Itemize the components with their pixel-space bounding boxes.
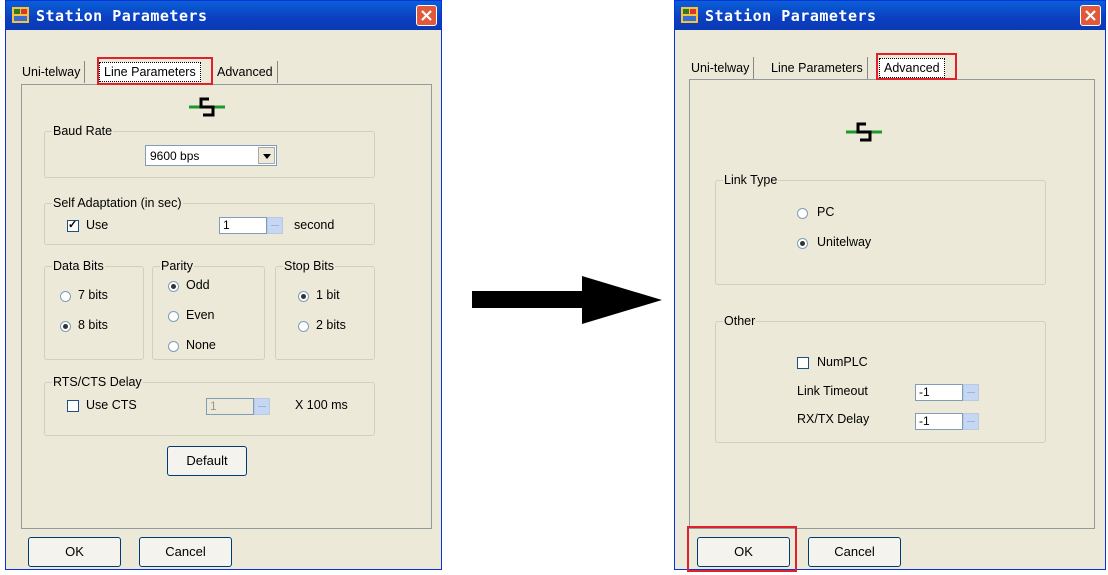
ok-button[interactable]: OK — [697, 537, 790, 567]
window-title: Station Parameters — [705, 7, 877, 25]
window-title: Station Parameters — [36, 7, 208, 25]
app-icon — [681, 7, 698, 23]
baud-rate-select[interactable]: 9600 bps — [145, 145, 277, 166]
radio-pc[interactable] — [797, 208, 808, 219]
radio-8-bits-label: 8 bits — [78, 318, 108, 332]
radio-odd[interactable] — [168, 281, 179, 292]
cancel-button[interactable]: Cancel — [808, 537, 901, 567]
close-button[interactable] — [416, 5, 437, 26]
tab-panel — [689, 79, 1095, 529]
radio-1-bit[interactable] — [298, 291, 309, 302]
rxtx-delay-spinner[interactable] — [963, 413, 979, 430]
title-bar[interactable]: Station Parameters — [6, 1, 441, 30]
baud-rate-value: 9600 bps — [150, 149, 200, 163]
use-checkbox[interactable] — [67, 218, 79, 232]
chevron-down-icon[interactable] — [258, 147, 275, 164]
close-icon — [421, 10, 432, 21]
other-group: Other NumPLC Link Timeout -1 RX/TX Delay… — [715, 314, 1046, 443]
tab-uni-telway[interactable]: Uni-telway — [18, 61, 86, 83]
tab-advanced[interactable]: Advanced — [212, 61, 278, 83]
data-bits-label: Data Bits — [52, 259, 105, 273]
rts-cts-input[interactable]: 1 — [206, 398, 254, 415]
close-icon — [1085, 10, 1096, 21]
ok-button[interactable]: OK — [28, 537, 121, 567]
radio-unitelway-label: Unitelway — [817, 235, 872, 249]
radio-none[interactable] — [168, 341, 179, 352]
self-adaptation-input[interactable]: 1 — [219, 217, 267, 234]
numplc-label: NumPLC — [817, 355, 868, 369]
radio-7-bits[interactable] — [60, 291, 71, 302]
radio-unitelway[interactable] — [797, 238, 808, 249]
baud-rate-group: Baud Rate 9600 bps — [44, 124, 375, 178]
link-icon — [846, 122, 882, 142]
default-button[interactable]: Default — [167, 446, 247, 476]
use-cts-checkbox[interactable] — [67, 400, 79, 412]
close-button[interactable] — [1080, 5, 1101, 26]
radio-7-bits-label: 7 bits — [78, 288, 108, 302]
self-adaptation-group: Self Adaptation (in sec) Use 1 second — [44, 196, 375, 245]
title-bar[interactable]: Station Parameters — [675, 1, 1105, 30]
tab-uni-telway[interactable]: Uni-telway — [687, 57, 755, 79]
arrow-right-icon — [472, 276, 662, 324]
radio-8-bits[interactable] — [60, 321, 71, 332]
app-icon — [12, 7, 29, 23]
parity-group: Parity Odd Even None — [152, 259, 265, 360]
station-parameters-dialog-advanced: Station Parameters Uni-telway Line Param… — [674, 0, 1106, 572]
rts-cts-group: RTS/CTS Delay Use CTS 1 X 100 ms — [44, 375, 375, 436]
tab-line-parameters[interactable]: Line Parameters — [767, 57, 868, 79]
baud-rate-label: Baud Rate — [52, 124, 114, 138]
radio-2-bits[interactable] — [298, 321, 309, 332]
rxtx-delay-label: RX/TX Delay — [797, 412, 870, 426]
link-type-group: Link Type PC Unitelway — [715, 173, 1046, 285]
stop-bits-group: Stop Bits 1 bit 2 bits — [275, 259, 375, 360]
link-type-label: Link Type — [723, 173, 779, 187]
tab-advanced[interactable]: Advanced — [879, 58, 945, 78]
x100ms-label: X 100 ms — [295, 398, 348, 412]
link-timeout-input[interactable]: -1 — [915, 384, 963, 401]
radio-even[interactable] — [168, 311, 179, 322]
link-timeout-spinner[interactable] — [963, 384, 979, 401]
use-cts-label: Use CTS — [86, 398, 137, 412]
radio-pc-label: PC — [817, 205, 835, 219]
self-adaptation-label: Self Adaptation (in sec) — [52, 196, 183, 210]
parity-label: Parity — [160, 259, 194, 273]
radio-none-label: None — [186, 338, 216, 352]
radio-odd-label: Odd — [186, 278, 210, 292]
use-label: Use — [86, 218, 109, 232]
radio-2-bits-label: 2 bits — [316, 318, 346, 332]
station-parameters-dialog-line: Station Parameters Uni-telway Line Param… — [5, 0, 442, 570]
stop-bits-label: Stop Bits — [283, 259, 336, 273]
second-label: second — [294, 218, 335, 232]
other-label: Other — [723, 314, 757, 328]
link-icon — [189, 97, 225, 117]
numplc-checkbox[interactable] — [797, 357, 809, 369]
tab-line-parameters[interactable]: Line Parameters — [99, 62, 201, 82]
link-timeout-label: Link Timeout — [797, 384, 868, 398]
cancel-button[interactable]: Cancel — [139, 537, 232, 567]
data-bits-group: Data Bits 7 bits 8 bits — [44, 259, 144, 360]
rts-cts-label: RTS/CTS Delay — [52, 375, 143, 389]
rts-cts-spinner[interactable] — [254, 398, 270, 415]
self-adaptation-spinner[interactable] — [267, 217, 283, 234]
radio-1-bit-label: 1 bit — [316, 288, 340, 302]
radio-even-label: Even — [186, 308, 215, 322]
rxtx-delay-input[interactable]: -1 — [915, 413, 963, 430]
